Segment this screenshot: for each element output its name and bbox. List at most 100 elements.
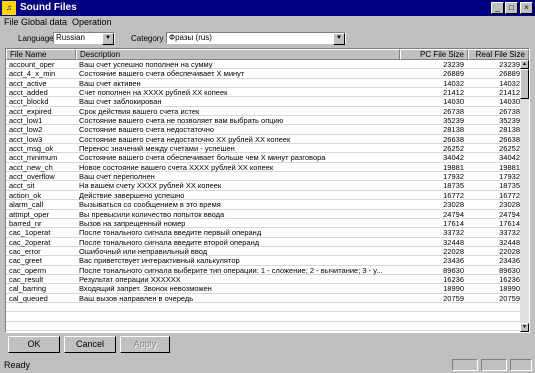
cell-pc-size: 23436 xyxy=(443,256,464,266)
cell-real-size: 23239 xyxy=(499,60,520,69)
cell-real-size: 14030 xyxy=(499,97,520,107)
cell-real-size: 33732 xyxy=(499,228,520,238)
cell-pc-size: 28138 xyxy=(443,125,464,135)
table-row[interactable]: cac_result Результат операции XXXXXX 16236… xyxy=(6,274,520,285)
cell-file-name: cac_result xyxy=(9,274,44,284)
apply-button[interactable]: Apply xyxy=(120,336,170,353)
table-row[interactable]: acct_msg_ok Перенос значений между счетам… xyxy=(6,144,520,154)
cell-real-size: 26738 xyxy=(499,106,520,116)
cell-real-size: 35239 xyxy=(499,116,520,126)
table-row[interactable] xyxy=(6,322,520,331)
cell-file-name: acct_minimum xyxy=(9,153,58,163)
table-row[interactable]: account_oper Ваш счет успешно пополнен на… xyxy=(6,60,520,70)
category-select[interactable]: Фразы (rus) ▼ xyxy=(166,32,346,45)
table-row[interactable]: barred_nr Вызов на запрещенный номер 17614… xyxy=(6,218,520,229)
title-bar[interactable]: ♫ Sound Files _ □ × xyxy=(0,0,535,16)
table-row[interactable]: acct_sit На вашем счету XXXX рублей XX ко… xyxy=(6,181,520,191)
cell-description: Вас приветствует интерактивный калькулят… xyxy=(79,256,240,266)
cell-file-name: acct_low2 xyxy=(9,125,43,135)
cell-real-size: 26252 xyxy=(499,144,520,154)
status-text: Ready xyxy=(4,360,31,370)
cell-description: После тонального сигнала введите второй … xyxy=(79,237,260,247)
table-row[interactable]: acct_4_x_min Состояние вашего счета обесп… xyxy=(6,69,520,79)
cell-pc-size: 24794 xyxy=(443,209,464,219)
table-row[interactable]: cac_2operat После тонального сигнала введ… xyxy=(6,238,520,247)
table-row[interactable]: acct_blockd Ваш счет заблокирован 14030 140… xyxy=(6,97,520,107)
cell-file-name: cal_barring xyxy=(9,284,47,294)
cell-pc-size: 33732 xyxy=(443,228,464,238)
menu-operation[interactable]: Operation xyxy=(72,16,112,29)
cell-file-name: acct_new_ch xyxy=(9,162,53,172)
table-row[interactable]: acct_minimum Состояние вашего счета обесп… xyxy=(6,153,520,163)
table-row[interactable]: cal_queued Ваш вызов направлен в очередь 2… xyxy=(6,294,520,303)
table-row[interactable]: cac_greet Вас приветствует интерактивный … xyxy=(6,256,520,266)
scroll-down-icon[interactable]: ▼ xyxy=(520,323,529,332)
column-header-pc-file-size[interactable]: PC File Size xyxy=(400,49,468,60)
cell-real-size: 28138 xyxy=(499,125,520,135)
cell-file-name: cal_queued xyxy=(9,293,48,303)
minimize-button[interactable]: _ xyxy=(491,2,504,14)
maximize-button[interactable]: □ xyxy=(505,2,518,14)
table-row[interactable] xyxy=(6,303,520,313)
menu-bar: File Global data Operation xyxy=(0,16,535,29)
menu-global-data[interactable]: Global data xyxy=(21,16,67,29)
table-row[interactable]: acct_active Ваш счет активен 14032 14032 xyxy=(6,79,520,89)
column-header-description[interactable]: Description xyxy=(76,49,400,60)
cell-pc-size: 21412 xyxy=(443,88,464,98)
cell-pc-size: 17614 xyxy=(443,218,464,228)
cell-real-size: 18990 xyxy=(499,284,520,294)
table-row[interactable]: acct_new_ch Новое состояние вашего счета … xyxy=(6,162,520,173)
vertical-scrollbar[interactable]: ▲ ▼ xyxy=(520,60,529,332)
cell-real-size: 20759 xyxy=(499,293,520,303)
cell-file-name: cac_1operat xyxy=(9,228,51,238)
cell-file-name: acct_msg_ok xyxy=(9,144,54,154)
cell-description: Состояние вашего счета обеспечивает Х ми… xyxy=(79,69,245,79)
table-row[interactable]: acct_low1 Состояние вашего счета не позво… xyxy=(6,116,520,126)
cell-description: Вызов на запрещенный номер xyxy=(79,218,186,228)
table-row[interactable]: acct_added Счет пополнен на XXXX рублей X… xyxy=(6,88,520,98)
table-row[interactable]: action_ok Действие завершено успешно 16772… xyxy=(6,191,520,201)
language-select[interactable]: Russian ▼ xyxy=(53,32,115,45)
cell-real-size: 17614 xyxy=(499,218,520,228)
column-header-real-file-size[interactable]: Real File Size xyxy=(468,49,529,60)
table-row[interactable]: acct_overflow Ваш счет переполнен 17932 179… xyxy=(6,172,520,182)
close-button[interactable]: × xyxy=(520,2,533,14)
cell-pc-size: 14030 xyxy=(443,97,464,107)
cell-description: Срок действия вашего счета истек xyxy=(79,106,200,116)
cancel-button[interactable]: Cancel xyxy=(64,336,116,353)
column-header-file-name[interactable]: File Name xyxy=(6,49,76,60)
cell-file-name: barred_nr xyxy=(9,218,42,228)
table-row[interactable]: attmpt_oper Вы превысили количество попыт… xyxy=(6,210,520,219)
cell-real-size xyxy=(470,322,520,331)
cell-pc-size xyxy=(402,322,464,331)
cell-description: После тонального сигнала выберите тип оп… xyxy=(79,265,383,275)
cell-pc-size: 26252 xyxy=(443,144,464,154)
table-row[interactable]: acct_low3 Состояние вашего счета недостат… xyxy=(6,135,520,145)
window-title: Sound Files xyxy=(20,2,77,13)
cell-description xyxy=(79,303,397,312)
cell-description: Входящий запрет. Звонок невозможен xyxy=(79,284,212,294)
table-row[interactable]: cac_error Ошибочный или неправильный ввод… xyxy=(6,247,520,257)
table-row[interactable]: cac_1operat После тонального сигнала введ… xyxy=(6,228,520,238)
cell-description: Состояние вашего счета недостаточно xyxy=(79,125,215,135)
cell-file-name: alarm_call xyxy=(9,200,44,210)
chevron-down-icon[interactable]: ▼ xyxy=(102,33,114,45)
table-row[interactable] xyxy=(6,312,520,322)
scroll-thumb[interactable] xyxy=(520,69,529,99)
table-row[interactable]: acct_expired Срок действия вашего счета и… xyxy=(6,106,520,117)
cell-pc-size: 19881 xyxy=(443,162,464,172)
cell-real-size: 23028 xyxy=(499,200,520,210)
table-row[interactable]: cac_operm После тонального сигнала выбери… xyxy=(6,266,520,275)
cell-real-size: 26889 xyxy=(499,69,520,79)
table-row[interactable]: cal_barring Входящий запрет. Звонок невоз… xyxy=(6,284,520,294)
table-row[interactable]: alarm_call Вызываться со сообщением в это… xyxy=(6,200,520,210)
chevron-down-icon[interactable]: ▼ xyxy=(333,33,345,45)
ok-button[interactable]: OK xyxy=(8,336,60,353)
scroll-up-icon[interactable]: ▲ xyxy=(520,60,529,69)
cell-file-name: acct_low1 xyxy=(9,116,43,126)
cell-description: После тонального сигнала введите первый … xyxy=(79,228,262,238)
menu-file[interactable]: File xyxy=(4,16,19,29)
cell-file-name: attmpt_oper xyxy=(9,209,50,219)
table-row[interactable]: acct_low2 Состояние вашего счета недостат… xyxy=(6,125,520,135)
cell-file-name: cac_operm xyxy=(9,265,47,275)
